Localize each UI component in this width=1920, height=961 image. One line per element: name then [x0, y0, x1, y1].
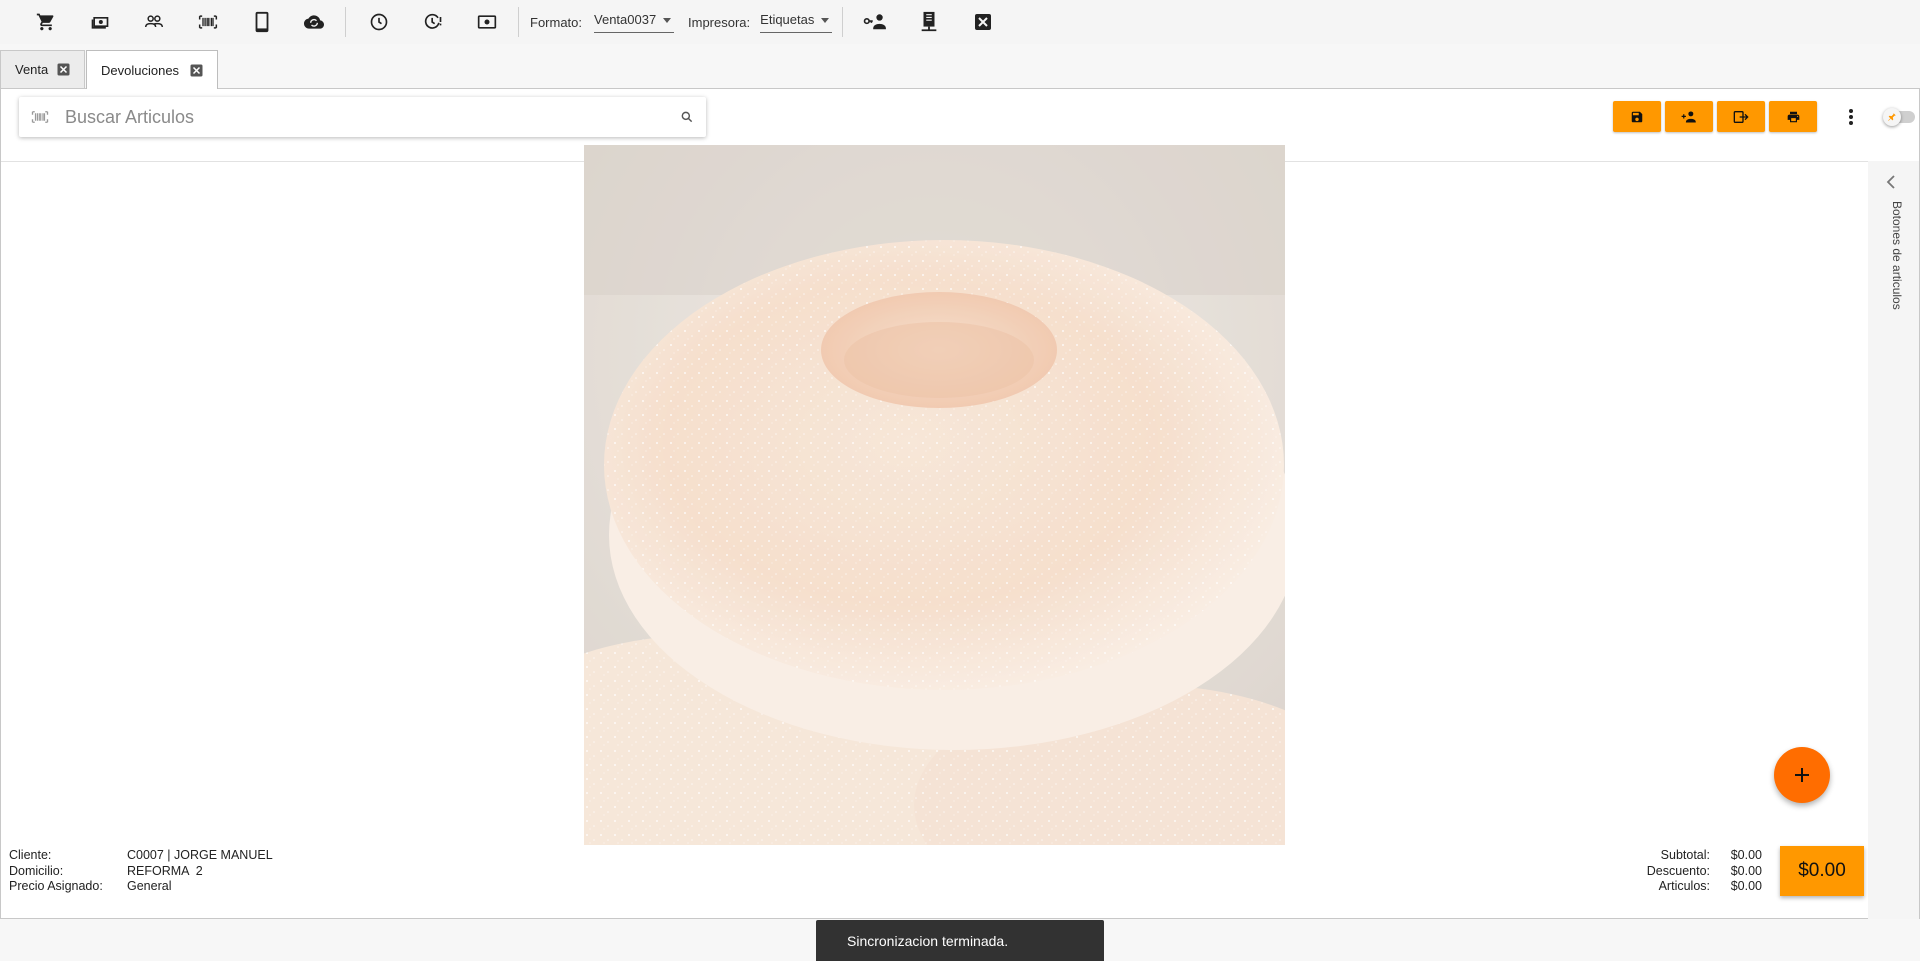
items-side-panel[interactable]: Botones de articulos	[1868, 161, 1919, 919]
pending-button[interactable]	[420, 9, 446, 35]
money-button[interactable]	[474, 9, 500, 35]
address-row: Domicilio: REFORMA 2	[9, 864, 273, 880]
server-icon	[921, 11, 937, 32]
articulos-row: Articulos: $0.00	[1601, 879, 1762, 895]
exit-button[interactable]	[1717, 101, 1765, 132]
clock-alert-icon	[424, 13, 442, 29]
articulos-label: Articulos:	[1658, 879, 1710, 893]
printer-icon	[1787, 111, 1799, 122]
cliente-value: C0007 | JORGE MANUEL	[127, 848, 273, 862]
subtotal-value: $0.00	[1730, 848, 1762, 862]
close-icon[interactable]	[190, 64, 203, 77]
pin-icon	[1888, 113, 1896, 121]
totals-summary: Subtotal: $0.00 Descuento: $0.00 Articul…	[1601, 848, 1762, 895]
pin-toggle[interactable]	[1883, 108, 1915, 126]
impresora-select[interactable]: Etiquetas	[760, 11, 833, 33]
customers-button[interactable]	[141, 9, 167, 35]
toolbar-divider	[842, 7, 844, 37]
save-icon	[1631, 111, 1643, 122]
descuento-value: $0.00	[1730, 863, 1762, 878]
plus-icon	[1795, 768, 1809, 782]
close-box-icon	[975, 14, 992, 30]
chevron-down-icon	[663, 18, 672, 23]
precio-value: General	[127, 879, 172, 893]
subtotal-row: Subtotal: $0.00	[1601, 848, 1762, 864]
impresora-value: Etiquetas	[760, 12, 815, 27]
price-row: Precio Asignado: General	[9, 879, 273, 895]
more-options-button[interactable]	[1841, 105, 1861, 129]
barcode-button[interactable]	[195, 9, 221, 35]
tab-label: Venta	[15, 62, 49, 77]
cloud-sync-icon	[304, 15, 324, 29]
chevron-left-icon[interactable]	[1886, 175, 1896, 189]
toolbar: Formato: Venta0037 Impresora: Etiquetas	[0, 0, 1920, 44]
money-icon	[477, 15, 497, 29]
search-bar	[19, 97, 706, 137]
search-icon[interactable]	[680, 110, 694, 124]
search-input[interactable]	[65, 106, 655, 128]
cart-icon	[36, 13, 54, 31]
user-key-icon	[863, 14, 887, 30]
cart-button[interactable]	[33, 9, 59, 35]
articulos-value: $0.00	[1730, 879, 1762, 893]
snackbar-message: Sincronizacion terminada.	[847, 932, 1009, 949]
save-button[interactable]	[1613, 101, 1661, 132]
formato-select[interactable]: Venta0037	[594, 11, 675, 33]
descuento-label: Descuento:	[1646, 863, 1710, 878]
toggle-knob	[1883, 108, 1901, 126]
cloud-sync-button[interactable]	[301, 9, 327, 35]
exit-icon	[1733, 110, 1749, 123]
history-button[interactable]	[366, 9, 392, 35]
subtotal-label: Subtotal:	[1660, 848, 1710, 862]
domicilio-label: Domicilio:	[9, 863, 64, 878]
more-vert-icon	[1849, 109, 1853, 125]
tab-bar: Venta Devoluciones	[0, 50, 219, 89]
chevron-down-icon	[821, 18, 830, 23]
cash-button[interactable]	[87, 9, 113, 35]
server-button[interactable]	[916, 9, 942, 35]
product-image	[584, 145, 1285, 845]
add-client-button[interactable]	[1665, 101, 1713, 132]
tablet-button[interactable]	[249, 9, 275, 35]
barcode-icon[interactable]	[31, 108, 49, 126]
toolbar-divider	[345, 7, 346, 37]
client-info: Cliente: C0007 | JORGE MANUEL Domicilio:…	[9, 848, 273, 895]
clock-icon	[370, 13, 388, 31]
impresora-label: Impresora:	[688, 14, 751, 30]
formato-value: Venta0037	[594, 12, 657, 27]
total-button[interactable]: $0.00	[1780, 846, 1864, 896]
close-session-button[interactable]	[970, 9, 996, 35]
tablet-icon	[255, 11, 269, 33]
add-fab-button[interactable]	[1774, 747, 1830, 803]
close-icon[interactable]	[57, 63, 70, 76]
tab-venta[interactable]: Venta	[0, 50, 85, 88]
descuento-row: Descuento: $0.00	[1601, 864, 1762, 880]
action-buttons	[1613, 101, 1821, 132]
snackbar: Sincronizacion terminada.	[816, 920, 1104, 961]
client-row: Cliente: C0007 | JORGE MANUEL	[9, 848, 273, 864]
tab-devoluciones[interactable]: Devoluciones	[86, 50, 218, 89]
cliente-label: Cliente:	[9, 848, 52, 862]
precio-label: Precio Asignado:	[9, 879, 103, 893]
people-icon	[144, 15, 164, 28]
person-add-icon	[1681, 110, 1696, 123]
print-button[interactable]	[1769, 101, 1817, 132]
domicilio-value: REFORMA 2	[127, 863, 203, 878]
main-panel: Botones de articulos	[0, 88, 1920, 919]
user-key-button[interactable]	[862, 9, 888, 35]
cash-icon	[91, 17, 109, 29]
toolbar-divider	[518, 7, 519, 37]
side-panel-label: Botones de articulos	[1890, 201, 1904, 310]
tab-label: Devoluciones	[101, 62, 180, 78]
barcode-icon	[198, 15, 218, 29]
formato-label: Formato:	[530, 14, 583, 30]
